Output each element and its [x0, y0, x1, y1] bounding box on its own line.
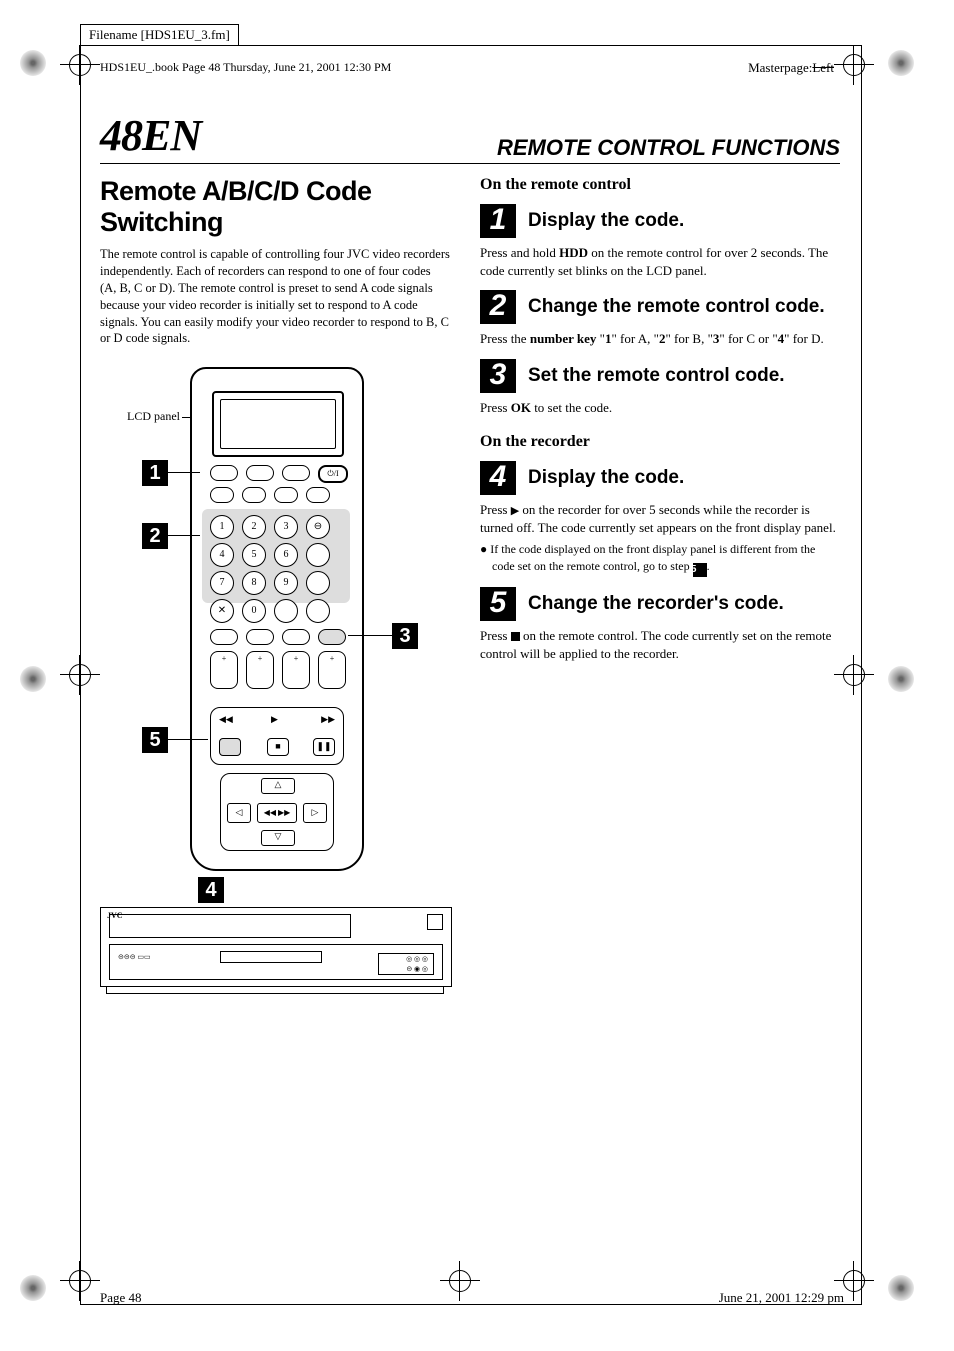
callout-2: 2: [142, 523, 168, 549]
callout-5: 5: [142, 727, 168, 753]
numkey-6: 6: [274, 543, 298, 567]
filename-box: Filename [HDS1EU_3.fm]: [80, 24, 239, 46]
leader-line: [348, 635, 392, 636]
ok-button: [318, 629, 346, 645]
left-column: Remote A/B/C/D Code Switching The remote…: [100, 170, 450, 1047]
step-5: 5 Change the recorder's code.: [480, 587, 840, 621]
ornament-corner: [20, 50, 46, 76]
step-heading: Set the remote control code.: [528, 365, 785, 387]
cancel-icon: ✕: [210, 599, 234, 623]
step-4-body: Press ▶ on the recorder for over 5 secon…: [480, 501, 840, 538]
remote-button: [210, 465, 238, 481]
step-heading: Display the code.: [528, 467, 684, 489]
ornament-corner: [20, 1275, 46, 1301]
remote-button: [282, 629, 310, 645]
intro-text: The remote control is capable of control…: [100, 246, 450, 347]
divider: [100, 163, 840, 164]
remote-button: [210, 487, 234, 503]
ornament-corner: [888, 666, 914, 692]
numkey-5: 5: [242, 543, 266, 567]
footer-date: June 21, 2001 12:29 pm: [719, 1290, 844, 1306]
lcd-label: LCD panel: [90, 409, 180, 424]
numkey-7: 7: [210, 571, 234, 595]
remote-button: +: [318, 651, 346, 689]
right-column: On the remote control 1 Display the code…: [480, 170, 840, 1047]
remote-button: +: [282, 651, 310, 689]
step-2: 2 Change the remote control code.: [480, 290, 840, 324]
remote-button: [306, 487, 330, 503]
step-number: 3: [480, 359, 516, 393]
recorder-tray: [109, 914, 351, 938]
step-number: 2: [480, 290, 516, 324]
remote-button: [306, 543, 330, 567]
remote-button: +: [210, 651, 238, 689]
remote-button: [210, 629, 238, 645]
step-number: 1: [480, 204, 516, 238]
numkey-0: 0: [242, 599, 266, 623]
numkey-1: 1: [210, 515, 234, 539]
numkey-2: 2: [242, 515, 266, 539]
footer-page: Page 48: [100, 1290, 142, 1306]
step-5-body: Press on the remote control. The code cu…: [480, 627, 840, 663]
transport-pad: ◀◀ ▶ ▶▶ ■ ❚❚: [210, 707, 344, 765]
recorder-illustration: JVC ⊝⊝⊝ ▭▭ ◎ ◎ ◎ ⊝ ◉ ◎: [100, 907, 450, 994]
numkey-8: 8: [242, 571, 266, 595]
step-heading: Change the remote control code.: [528, 296, 825, 318]
step-ref-icon: 5: [693, 563, 707, 577]
subhead-remote: On the remote control: [480, 176, 840, 194]
footer: Page 48 June 21, 2001 12:29 pm: [100, 1290, 844, 1306]
remote-button: [306, 599, 330, 623]
page-number-block: 48EN: [100, 110, 201, 161]
stop-icon: [511, 632, 520, 641]
illustration: LCD panel ⏻/I: [100, 367, 450, 1047]
ornament-corner: [888, 1275, 914, 1301]
content: 48EN REMOTE CONTROL FUNCTIONS Remote A/B…: [100, 110, 840, 1047]
remote-button: ⊖: [306, 515, 330, 539]
step-heading: Display the code.: [528, 210, 684, 232]
section-heading: REMOTE CONTROL FUNCTIONS: [497, 135, 840, 161]
numkey-4: 4: [210, 543, 234, 567]
remote-button: ⏻/I: [318, 465, 348, 483]
step-3-body: Press OK to set the code.: [480, 399, 840, 417]
recorder-panel: ⊝⊝⊝ ▭▭ ◎ ◎ ◎ ⊝ ◉ ◎: [109, 944, 443, 980]
remote-button: [306, 571, 330, 595]
page: Filename [HDS1EU_3.fm] HDS1EU_.book Page…: [0, 0, 954, 1351]
ornament-corner: [888, 50, 914, 76]
remote-button: +: [246, 651, 274, 689]
step-3: 3 Set the remote control code.: [480, 359, 840, 393]
remote-button: [274, 599, 298, 623]
play-icon: ▶: [511, 505, 519, 517]
remote-button: [242, 487, 266, 503]
lcd-panel: [212, 391, 344, 457]
remote-button: [246, 465, 274, 481]
leader-line: [168, 739, 208, 740]
remote-button: [246, 629, 274, 645]
leader-line: [168, 472, 200, 473]
ornament-corner: [20, 666, 46, 692]
leader-line: [168, 535, 200, 536]
page-title: Remote A/B/C/D Code Switching: [100, 176, 450, 238]
step-number: 4: [480, 461, 516, 495]
nav-pad: △ ◁ ◀◀ ▶▶ ▷ ▽: [220, 773, 334, 851]
callout-4: 4: [198, 877, 224, 903]
page-lang: EN: [142, 111, 201, 160]
step-number: 5: [480, 587, 516, 621]
numkey-9: 9: [274, 571, 298, 595]
recorder-power: [427, 914, 443, 930]
numkey-3: 3: [274, 515, 298, 539]
step-4-note: ● If the code displayed on the front dis…: [480, 541, 840, 576]
step-1: 1 Display the code.: [480, 204, 840, 238]
remote-control-illustration: ⏻/I 1 2 3: [190, 367, 364, 871]
subhead-recorder: On the recorder: [480, 433, 840, 451]
step-heading: Change the recorder's code.: [528, 593, 784, 615]
page-number: 48: [100, 111, 142, 160]
step-2-body: Press the number key "1" for A, "2" for …: [480, 330, 840, 348]
callout-3: 3: [392, 623, 418, 649]
callout-1: 1: [142, 460, 168, 486]
step-4: 4 Display the code.: [480, 461, 840, 495]
remote-button: [282, 465, 310, 481]
remote-button: [274, 487, 298, 503]
step-1-body: Press and hold HDD on the remote control…: [480, 244, 840, 280]
